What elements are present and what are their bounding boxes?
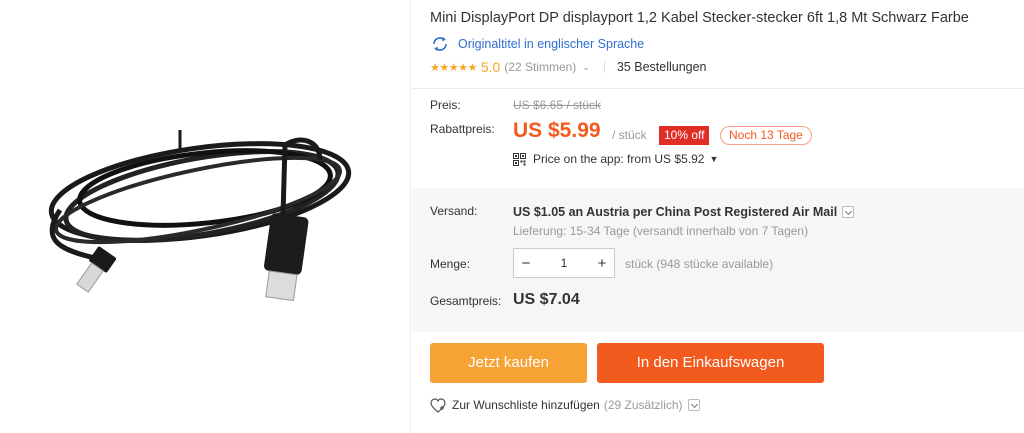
star-rating: ★★★★★: [430, 61, 477, 74]
discount-price-label: Rabattpreis:: [430, 122, 495, 136]
wishlist-link[interactable]: Zur Wunschliste hinzufügen: [452, 398, 600, 412]
chevron-down-icon[interactable]: [842, 206, 855, 218]
discount-price: US $5.99: [513, 119, 601, 142]
quantity-stepper[interactable]: − 1 +: [513, 248, 615, 278]
app-price-dropdown[interactable]: Price on the app: from US $5.92 ▼: [513, 152, 718, 166]
heart-icon: [430, 397, 446, 413]
chevron-down-icon[interactable]: ⌄: [582, 62, 590, 73]
qr-code-icon: [513, 152, 526, 166]
shipping-option[interactable]: US $1.05 an Austria per China Post Regis…: [513, 204, 855, 220]
quantity-label: Menge:: [430, 257, 471, 271]
orders-count: 35 Bestellungen: [616, 60, 707, 74]
total-price: US $7.04: [513, 291, 580, 308]
buy-now-button[interactable]: Jetzt kaufen: [430, 343, 587, 383]
discount-badge: 10% off: [659, 126, 710, 145]
quantity-value[interactable]: 1: [561, 256, 568, 270]
shipping-value: US $1.05 an Austria per China Post Regis…: [513, 205, 838, 219]
translate-icon: [433, 37, 447, 51]
stock-info: stück (948 stücke available): [625, 257, 774, 271]
add-to-cart-button[interactable]: In den Einkaufswagen: [597, 343, 824, 383]
divider: [603, 61, 605, 73]
divider: [412, 88, 1024, 89]
shipping-label: Versand:: [430, 204, 478, 218]
app-price-text: Price on the app: from US $5.92: [533, 152, 705, 166]
per-unit-label: / stück: [612, 128, 647, 142]
wishlist-row[interactable]: Zur Wunschliste hinzufügen (29 Zusätzlic…: [430, 397, 700, 413]
old-price: US $6.65 / stück: [513, 98, 602, 112]
days-left-badge: Noch 13 Tage: [720, 126, 812, 145]
caret-down-icon: ▼: [709, 154, 719, 164]
wishlist-count: (29 Zusätzlich): [603, 398, 683, 412]
increase-button[interactable]: +: [590, 255, 614, 272]
total-label: Gesamtpreis:: [430, 294, 502, 308]
cable-image: [48, 130, 352, 302]
delivery-time: Lieferung: 15-34 Tage (versandt innerhal…: [513, 224, 809, 238]
price-label: Preis:: [430, 98, 461, 112]
original-title-row[interactable]: Originaltitel in englischer Sprache: [430, 36, 644, 52]
decrease-button[interactable]: −: [514, 255, 538, 272]
rating-row: ★★★★★ 5.0 (22 Stimmen) ⌄ 35 Bestellungen: [430, 59, 707, 75]
original-title-link[interactable]: Originaltitel in englischer Sprache: [458, 37, 644, 51]
product-image[interactable]: [0, 0, 410, 433]
product-title: Mini DisplayPort DP displayport 1,2 Kabe…: [430, 10, 969, 26]
rating-value: 5.0: [480, 59, 501, 75]
chevron-down-icon[interactable]: [687, 399, 700, 411]
panel-divider: [410, 0, 411, 433]
votes-count[interactable]: (22 Stimmen): [504, 60, 576, 74]
